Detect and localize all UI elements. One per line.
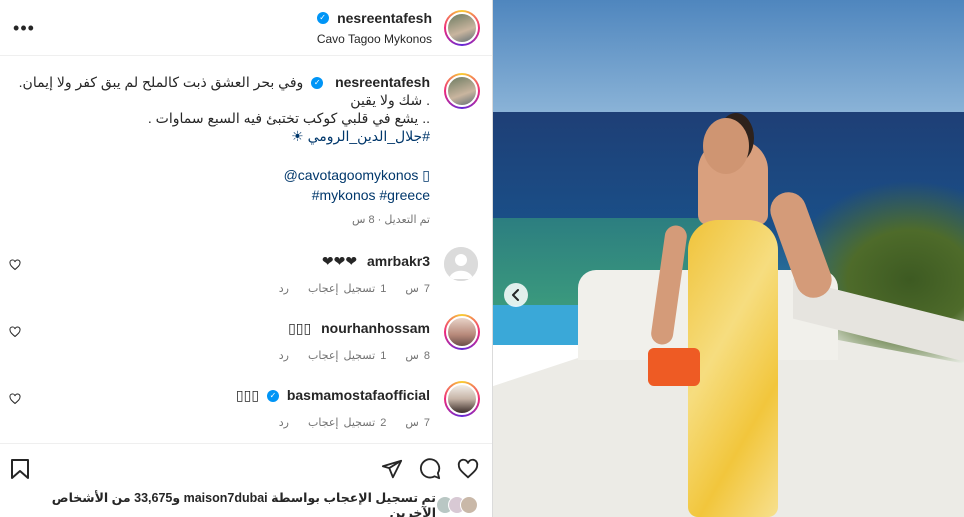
comment-meta: 7 س 2 تسجيل إعجاب رد xyxy=(36,416,430,429)
caption: nesreentafesh ✓ وفي بحر العشق ذبت كالملح… xyxy=(0,57,492,229)
comment-like-count[interactable]: 1 تسجيل إعجاب xyxy=(308,283,386,295)
verified-badge-icon: ✓ xyxy=(266,390,279,403)
post-panel: ••• ✓ nesreentafesh Cavo Tagoo Mykonos n… xyxy=(0,0,493,517)
comment-username[interactable]: nourhanhossam xyxy=(321,320,430,336)
verified-badge-icon: ✓ xyxy=(311,77,324,90)
paper-plane-icon xyxy=(381,459,403,478)
comment-line: ❤❤❤ amrbakr3 xyxy=(36,253,430,270)
comment-time: 7 س xyxy=(405,417,430,429)
comment-avatar[interactable] xyxy=(444,314,480,350)
likes-summary[interactable]: تم تسجيل الإعجاب بواسطة maison7dubai و33… xyxy=(0,491,492,517)
likes-summary-text: تم تسجيل الإعجاب بواسطة maison7dubai و33… xyxy=(51,491,436,517)
previous-photo-button[interactable] xyxy=(504,283,528,307)
comment-text: ▯▯▯ xyxy=(288,320,312,336)
like-button[interactable] xyxy=(456,457,480,481)
comment-like-button[interactable] xyxy=(8,381,22,405)
comment-like-button[interactable] xyxy=(8,247,22,271)
photo-sky xyxy=(493,0,964,118)
post-location[interactable]: Cavo Tagoo Mykonos xyxy=(313,32,432,46)
reply-button[interactable]: رد xyxy=(279,350,289,362)
reply-button[interactable]: رد xyxy=(279,283,289,295)
bookmark-icon xyxy=(11,458,29,479)
comment-avatar[interactable] xyxy=(444,247,478,281)
author-text: ✓ nesreentafesh Cavo Tagoo Mykonos xyxy=(313,10,432,46)
comment-text: ▯▯▯ xyxy=(235,387,260,403)
comment-username[interactable]: basmamostafaofficial xyxy=(287,387,430,403)
liker-avatar xyxy=(460,496,478,514)
photo-head xyxy=(703,118,749,174)
comment-line: ▯▯▯ ✓ basmamostafaofficial xyxy=(36,387,430,404)
share-button[interactable] xyxy=(380,457,404,481)
liker-avatars xyxy=(436,496,478,514)
caption-username[interactable]: nesreentafesh xyxy=(335,74,430,90)
save-button[interactable] xyxy=(8,457,32,481)
heart-icon xyxy=(457,458,479,478)
verified-badge-icon: ✓ xyxy=(316,12,329,25)
photo-bag xyxy=(648,348,700,386)
comment-meta: 7 س 1 تسجيل إعجاب رد xyxy=(36,282,430,295)
comment-username[interactable]: amrbakr3 xyxy=(367,253,430,269)
author-block: ✓ nesreentafesh Cavo Tagoo Mykonos xyxy=(313,9,480,46)
comments-scroll-area[interactable]: nesreentafesh ✓ وفي بحر العشق ذبت كالملح… xyxy=(0,57,492,441)
caption-avatar[interactable] xyxy=(444,73,480,109)
comment-like-button[interactable] xyxy=(8,314,22,338)
heart-icon xyxy=(9,259,21,271)
comment-like-count[interactable]: 2 تسجيل إعجاب xyxy=(308,417,386,429)
post-photo[interactable] xyxy=(493,0,964,517)
comment-item: ▯▯▯ ✓ basmamostafaofficial 7 س 2 تسجيل إ… xyxy=(0,381,492,434)
heart-icon xyxy=(9,393,21,405)
comment-body: ▯▯▯ nourhanhossam 8 س 1 تسجيل إعجاب رد xyxy=(36,314,430,362)
more-options-icon[interactable]: ••• xyxy=(12,19,36,37)
default-avatar-icon xyxy=(449,254,473,279)
action-bar xyxy=(0,443,492,493)
comment-time: 8 س xyxy=(405,350,430,362)
caption-meta: تم التعديل · 8 س xyxy=(351,214,430,226)
caption-line-2: .. يشع في قلبي كوكب تختبئ فيه السبع سماو… xyxy=(147,110,430,126)
caption-text: nesreentafesh ✓ وفي بحر العشق ذبت كالملح… xyxy=(16,73,430,229)
chevron-left-icon xyxy=(512,289,519,301)
comment-button[interactable] xyxy=(418,457,442,481)
caption-hashtag[interactable]: #جلال_الدين_الرومي ☀ xyxy=(16,127,430,145)
caption-mention[interactable]: @cavotagoomykonos ▯ xyxy=(16,165,430,185)
photo-dress xyxy=(688,220,778,517)
comment-body: ▯▯▯ ✓ basmamostafaofficial 7 س 2 تسجيل إ… xyxy=(36,381,430,429)
author-username[interactable]: nesreentafesh xyxy=(337,10,432,26)
comment-body: ❤❤❤ amrbakr3 7 س 1 تسجيل إعجاب رد xyxy=(36,247,430,295)
comment-text: ❤❤❤ xyxy=(321,253,358,269)
comment-item: ❤❤❤ amrbakr3 7 س 1 تسجيل إعجاب رد xyxy=(0,247,492,300)
comment-item: ▯▯▯ nourhanhossam 8 س 1 تسجيل إعجاب رد xyxy=(0,314,492,367)
action-group xyxy=(380,457,480,481)
comment-line: ▯▯▯ nourhanhossam xyxy=(36,320,430,337)
post-header: ••• ✓ nesreentafesh Cavo Tagoo Mykonos xyxy=(0,0,492,56)
caption-extra: @cavotagoomykonos ▯ #mykonos #greece xyxy=(16,165,430,205)
comment-meta: 8 س 1 تسجيل إعجاب رد xyxy=(36,349,430,362)
speech-bubble-icon xyxy=(420,457,441,479)
reply-button[interactable]: رد xyxy=(279,417,289,429)
comment-avatar[interactable] xyxy=(444,381,480,417)
caption-tags[interactable]: #mykonos #greece xyxy=(16,185,430,205)
comment-like-count[interactable]: 1 تسجيل إعجاب xyxy=(308,350,386,362)
comment-time: 7 س xyxy=(405,283,430,295)
author-avatar[interactable] xyxy=(444,9,480,46)
heart-icon xyxy=(9,326,21,338)
